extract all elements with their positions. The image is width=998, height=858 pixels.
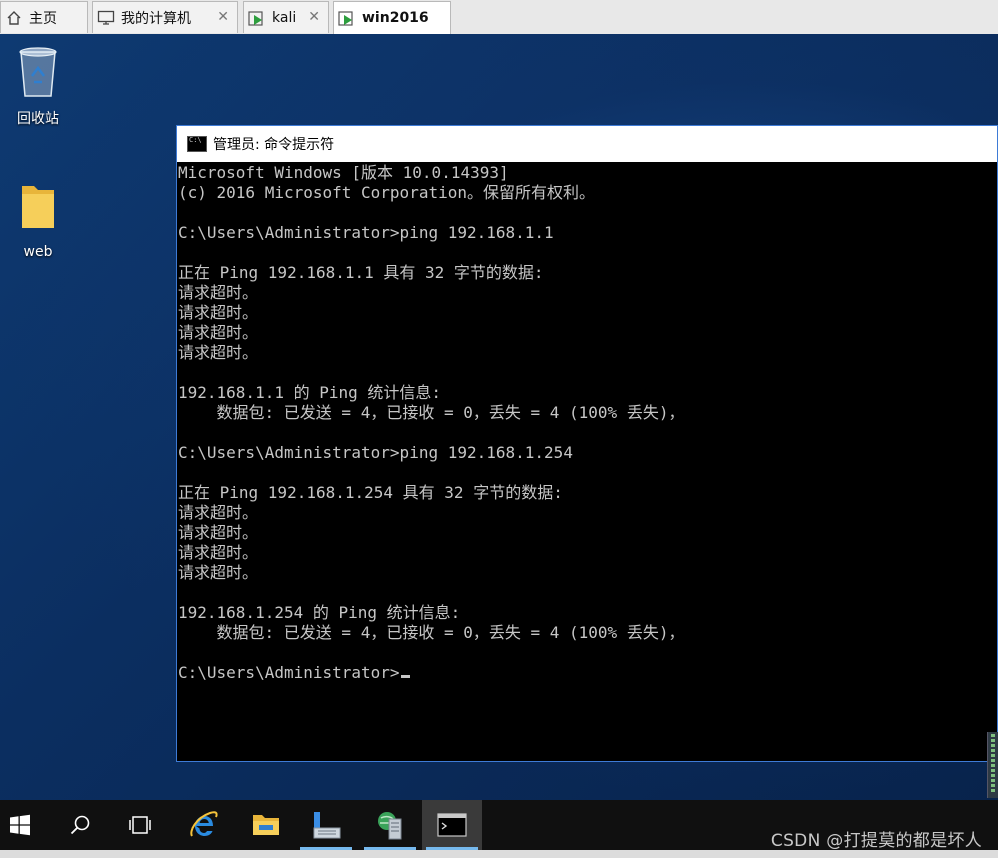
cmd-window-title: 管理员: 命令提示符 (213, 137, 335, 153)
watermark-text: CSDN @打提莫的都是坏人 (770, 831, 982, 851)
console-line: 正在 Ping 192.168.1.1 具有 32 字节的数据: (178, 263, 544, 282)
vm-icon (338, 9, 356, 27)
console-line: Microsoft Windows [版本 10.0.14393] (178, 163, 509, 182)
close-icon[interactable]: ✕ (308, 9, 320, 25)
close-icon[interactable]: ✕ (217, 9, 229, 25)
console-line: C:\Users\Administrator>ping 192.168.1.1 (178, 223, 554, 242)
console-line: 请求超时。 (178, 503, 259, 522)
console-line: 请求超时。 (178, 543, 259, 562)
cmd-icon (187, 136, 207, 152)
search-icon (70, 815, 90, 835)
console-prompt: C:\Users\Administrator> (178, 663, 400, 682)
folder-icon (253, 815, 279, 835)
computer-icon (97, 9, 115, 27)
desktop-icon-label: web (23, 244, 53, 260)
console-line: 请求超时。 (178, 343, 259, 362)
recycle-bin-icon (19, 47, 57, 97)
cmd-button[interactable] (422, 800, 482, 850)
console-line: (c) 2016 Microsoft Corporation。保留所有权利。 (178, 183, 595, 202)
tab-label: win2016 (362, 10, 429, 26)
desktop-icon-label: 回收站 (17, 111, 59, 127)
console-line: 192.168.1.1 的 Ping 统计信息: (178, 383, 442, 402)
console-line: 数据包: 已发送 = 4，已接收 = 0，丢失 = 4 (100% 丢失)， (178, 623, 685, 642)
task-view-button[interactable] (110, 800, 170, 850)
scroll-handle[interactable] (987, 732, 998, 798)
console-prompt-line[interactable]: C:\Users\Administrator> (178, 663, 997, 683)
network-app-button[interactable] (360, 800, 420, 850)
desktop-icon-recycle-bin[interactable]: 回收站 (0, 42, 76, 128)
internet-explorer-button[interactable] (174, 800, 234, 850)
tab-label: 我的计算机 (121, 10, 191, 27)
windows-logo-icon (10, 814, 30, 836)
network-server-icon (378, 812, 402, 840)
console-line: 请求超时。 (178, 323, 259, 342)
console-line: 请求超时。 (178, 283, 259, 302)
ie-icon (190, 811, 218, 837)
tab-label: 主页 (29, 10, 57, 27)
search-button[interactable] (50, 800, 110, 850)
vm-icon (248, 9, 266, 27)
cmd-window[interactable]: 管理员: 命令提示符 Microsoft Windows [版本 10.0.14… (176, 125, 998, 762)
cmd-icon (437, 813, 467, 837)
file-explorer-button[interactable] (236, 800, 296, 850)
console-line: 数据包: 已发送 = 4，已接收 = 0，丢失 = 4 (100% 丢失)， (178, 403, 685, 422)
cmd-title-bar[interactable]: 管理员: 命令提示符 (177, 126, 997, 162)
tab-my-computer[interactable]: 我的计算机 ✕ (92, 1, 238, 33)
vm-tab-bar: 主页 我的计算机 ✕ kali ✕ win2016 (0, 0, 998, 35)
console-line: 请求超时。 (178, 563, 259, 582)
home-icon (5, 9, 23, 27)
console-line: 192.168.1.254 的 Ping 统计信息: (178, 603, 461, 622)
console-line: 请求超时。 (178, 303, 259, 322)
console-line: 正在 Ping 192.168.1.254 具有 32 字节的数据: (178, 483, 563, 502)
server-manager-button[interactable] (296, 800, 356, 850)
text-cursor (400, 675, 410, 678)
tab-win2016[interactable]: win2016 (333, 1, 451, 34)
task-view-icon (129, 816, 151, 834)
start-button[interactable] (0, 800, 50, 850)
console-line: C:\Users\Administrator>ping 192.168.1.25… (178, 443, 573, 462)
tab-label: kali (272, 9, 297, 26)
console-output[interactable]: Microsoft Windows [版本 10.0.14393] (c) 201… (177, 162, 997, 761)
tab-home[interactable]: 主页 (0, 1, 88, 33)
folder-icon (22, 186, 54, 228)
bottom-strip (0, 850, 998, 858)
console-line: 请求超时。 (178, 523, 259, 542)
desktop-icon-web[interactable]: web (0, 178, 76, 260)
tab-kali[interactable]: kali ✕ (243, 1, 329, 33)
server-manager-icon (313, 812, 341, 839)
